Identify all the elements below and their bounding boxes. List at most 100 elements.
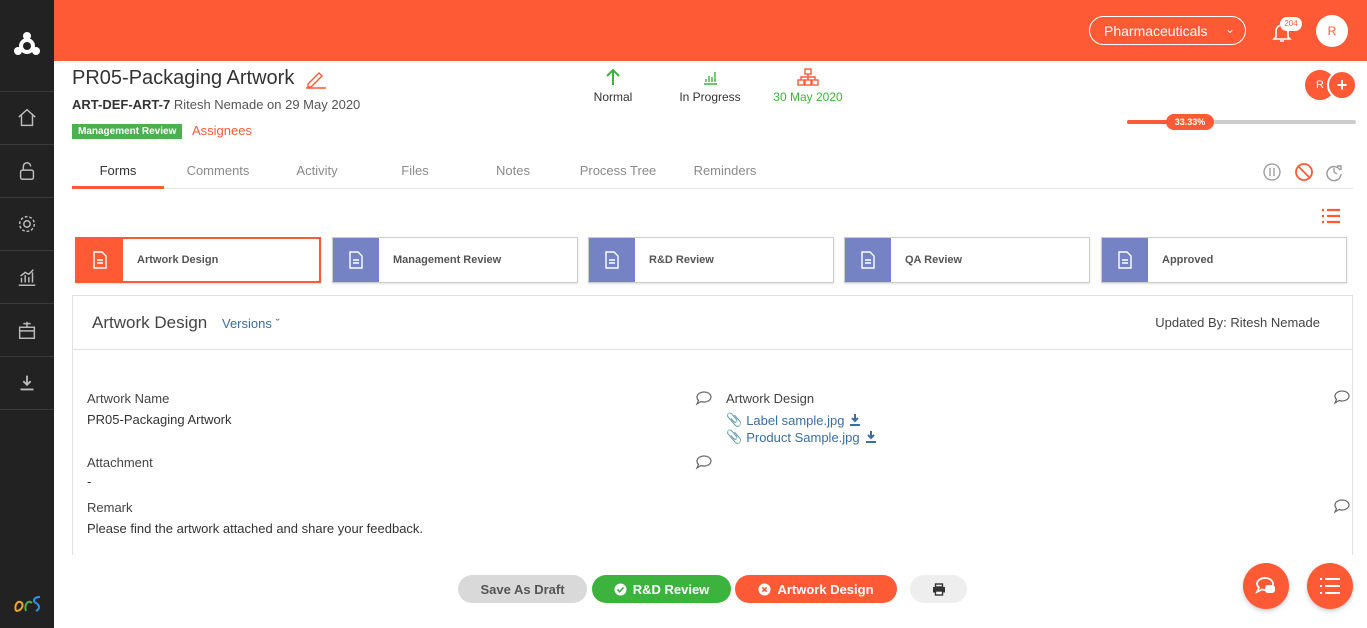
check-circle-icon bbox=[614, 583, 627, 595]
document-icon bbox=[349, 251, 363, 269]
form-card: Artwork Design Versions ˇ Updated By: Ri… bbox=[72, 295, 1353, 555]
comment-icon[interactable] bbox=[1333, 498, 1351, 514]
stage-icon-container bbox=[589, 238, 635, 282]
brand-logo-icon bbox=[14, 596, 41, 612]
list-view-icon[interactable] bbox=[1321, 208, 1341, 224]
app-logo[interactable] bbox=[0, 0, 54, 92]
nav-reports[interactable] bbox=[0, 251, 54, 304]
organization-select[interactable]: Pharmaceuticals ⌄ bbox=[1089, 16, 1246, 45]
file-name: Label sample.jpg bbox=[746, 412, 845, 428]
page-title: PR05-Packaging Artwork bbox=[72, 67, 295, 89]
due-date-label: 30 May 2020 bbox=[773, 90, 843, 104]
chat-fab-button[interactable] bbox=[1243, 563, 1289, 609]
add-assignee-button[interactable]: + bbox=[1327, 70, 1357, 100]
refresh-icon[interactable] bbox=[1324, 162, 1344, 182]
versions-dropdown[interactable]: Versions ˇ bbox=[222, 316, 280, 331]
sidebar bbox=[0, 0, 54, 628]
nav-settings[interactable] bbox=[0, 198, 54, 251]
versions-label: Versions bbox=[222, 316, 272, 331]
stage-label: Management Review bbox=[393, 254, 502, 266]
top-bar: Pharmaceuticals ⌄ 204 R bbox=[54, 0, 1367, 61]
document-icon bbox=[605, 251, 619, 269]
rd-review-button[interactable]: R&D Review bbox=[592, 575, 731, 603]
form-card-header: Artwork Design Versions ˇ Updated By: Ri… bbox=[73, 296, 1352, 350]
download-icon[interactable] bbox=[864, 430, 878, 444]
stage-icon-container bbox=[845, 238, 891, 282]
notification-count-badge: 204 bbox=[1280, 17, 1302, 31]
nav-security[interactable] bbox=[0, 145, 54, 198]
updated-by: Updated By: Ritesh Nemade bbox=[1155, 315, 1320, 330]
assignees-link[interactable]: Assignees bbox=[192, 123, 252, 138]
remark-label: Remark bbox=[87, 500, 133, 515]
item-meta: ART-DEF-ART-7 Ritesh Nemade on 29 May 20… bbox=[72, 97, 360, 112]
document-icon bbox=[1118, 251, 1132, 269]
stage-icon-container bbox=[1102, 238, 1148, 282]
priority-label: Normal bbox=[593, 90, 633, 104]
tab-notes[interactable]: Notes bbox=[484, 152, 542, 189]
artwork-design-field-label: Artwork Design bbox=[726, 391, 815, 406]
print-button[interactable] bbox=[910, 575, 967, 603]
file-link[interactable]: 📎 Label sample.jpg bbox=[726, 412, 862, 428]
paperclip-icon: 📎 bbox=[726, 429, 743, 444]
stage-badge: Management Review bbox=[72, 124, 183, 139]
tab-comments[interactable]: Comments bbox=[175, 152, 261, 189]
return-artwork-design-button[interactable]: Artwork Design bbox=[735, 575, 897, 603]
pause-icon[interactable] bbox=[1262, 162, 1282, 182]
progress-percent-label: 33.33% bbox=[1166, 114, 1214, 130]
comment-icon[interactable] bbox=[695, 454, 713, 470]
gear-icon bbox=[18, 215, 36, 233]
stage-management-review[interactable]: Management Review bbox=[332, 237, 578, 283]
box-icon bbox=[18, 321, 36, 339]
rd-review-label: R&D Review bbox=[632, 581, 710, 597]
progress-state-status: In Progress bbox=[677, 68, 743, 104]
priority-status: Normal bbox=[590, 68, 636, 104]
bar-chart-icon bbox=[704, 72, 717, 85]
nav-packages[interactable] bbox=[0, 304, 54, 357]
arrow-up-icon bbox=[606, 68, 620, 85]
due-date-status: 30 May 2020 bbox=[771, 68, 845, 104]
comment-icon[interactable] bbox=[1333, 389, 1351, 405]
tab-bar: Forms Comments Activity Files Notes Proc… bbox=[72, 152, 1353, 189]
user-avatar[interactable]: R bbox=[1316, 15, 1348, 47]
tab-reminders[interactable]: Reminders bbox=[684, 152, 766, 189]
save-draft-button[interactable]: Save As Draft bbox=[458, 575, 587, 603]
menu-fab-button[interactable] bbox=[1307, 563, 1353, 609]
tab-files[interactable]: Files bbox=[387, 152, 443, 189]
chat-icon bbox=[1255, 577, 1275, 594]
chevron-down-icon: ⌄ bbox=[1224, 22, 1235, 36]
attachment-label: Attachment bbox=[87, 455, 153, 470]
stage-rd-review[interactable]: R&D Review bbox=[588, 237, 834, 283]
lock-icon bbox=[19, 162, 35, 180]
item-id: ART-DEF-ART-7 bbox=[72, 97, 171, 112]
cancel-icon[interactable] bbox=[1294, 162, 1314, 182]
chevron-down-icon: ˇ bbox=[275, 316, 280, 331]
progress-bar bbox=[1127, 120, 1356, 124]
file-link[interactable]: 📎 Product Sample.jpg bbox=[726, 429, 878, 445]
menu-icon bbox=[1320, 578, 1340, 594]
download-icon[interactable] bbox=[848, 413, 862, 427]
artwork-name-label: Artwork Name bbox=[87, 391, 170, 406]
created-info: Ritesh Nemade on 29 May 2020 bbox=[170, 97, 361, 112]
nav-home[interactable] bbox=[0, 92, 54, 145]
tab-forms[interactable]: Forms bbox=[72, 152, 164, 189]
stage-icon-container bbox=[77, 239, 123, 281]
attachment-value: - bbox=[87, 474, 92, 489]
stage-label: Approved bbox=[1162, 254, 1214, 266]
close-circle-icon bbox=[758, 583, 771, 595]
hierarchy-icon bbox=[797, 68, 819, 86]
artwork-name-value: PR05-Packaging Artwork bbox=[87, 412, 232, 427]
stage-label: QA Review bbox=[905, 254, 963, 266]
document-icon bbox=[861, 251, 875, 269]
tab-process-tree[interactable]: Process Tree bbox=[572, 152, 664, 189]
artwork-design-label: Artwork Design bbox=[777, 581, 874, 597]
stage-approved[interactable]: Approved bbox=[1101, 237, 1347, 283]
tab-activity[interactable]: Activity bbox=[282, 152, 352, 189]
stage-artwork-design[interactable]: Artwork Design bbox=[75, 237, 321, 283]
stage-qa-review[interactable]: QA Review bbox=[844, 237, 1090, 283]
edit-pencil-icon[interactable] bbox=[305, 69, 327, 89]
remark-value: Please find the artwork attached and sha… bbox=[87, 521, 424, 536]
chart-icon bbox=[18, 269, 36, 286]
comment-icon[interactable] bbox=[695, 390, 713, 406]
app-logo-icon bbox=[14, 31, 40, 55]
nav-downloads[interactable] bbox=[0, 357, 54, 410]
